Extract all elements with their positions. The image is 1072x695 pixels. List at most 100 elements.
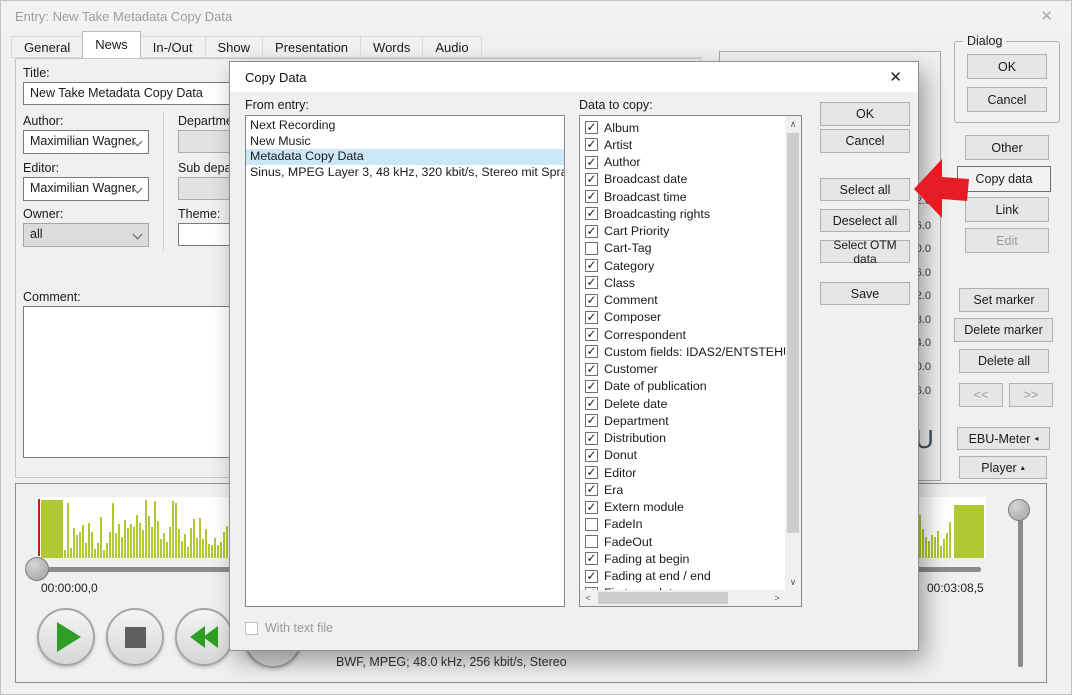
copy-field-row[interactable]: FadeOut <box>580 533 785 550</box>
checkbox-checked-icon[interactable]: ✓ <box>585 259 598 272</box>
copy-field-row[interactable]: ✓Fading at begin <box>580 550 785 567</box>
copy-field-row[interactable]: ✓Department <box>580 412 785 429</box>
player-button[interactable]: Player ▴ <box>959 456 1047 479</box>
copy-field-row[interactable]: ✓Class <box>580 274 785 291</box>
vertical-scrollbar-thumb[interactable] <box>787 133 799 533</box>
checkbox-unchecked-icon[interactable] <box>585 535 598 548</box>
tab-inout[interactable]: In-/Out <box>140 36 206 58</box>
copy-field-row[interactable]: ✓Custom fields: IDAS2/ENTSTEHUNGSA <box>580 343 785 360</box>
copy-field-row[interactable]: ✓Comment <box>580 292 785 309</box>
copy-field-row[interactable]: ✓Editor <box>580 464 785 481</box>
checkbox-checked-icon[interactable]: ✓ <box>585 414 598 427</box>
copy-field-row[interactable]: ✓Distribution <box>580 430 785 447</box>
seek-slider-knob[interactable] <box>25 557 49 581</box>
horizontal-scrollbar-thumb[interactable] <box>598 592 728 604</box>
copy-field-row[interactable]: ✓Delete date <box>580 395 785 412</box>
copy-field-row[interactable]: ✓Extern module <box>580 499 785 516</box>
checkbox-checked-icon[interactable]: ✓ <box>585 380 598 393</box>
scroll-down-icon[interactable]: ∨ <box>785 574 801 590</box>
vertical-scrollbar[interactable]: ∧ ∨ <box>785 116 801 590</box>
copy-field-row[interactable]: ✓Artist <box>580 136 785 153</box>
deselect-all-button[interactable]: Deselect all <box>820 209 910 232</box>
owner-combobox[interactable]: all <box>23 223 149 247</box>
entry-list-item[interactable]: New Music <box>246 134 564 150</box>
checkbox-checked-icon[interactable]: ✓ <box>585 294 598 307</box>
copy-field-row[interactable]: ✓Cart Priority <box>580 223 785 240</box>
copy-field-row[interactable]: FadeIn <box>580 516 785 533</box>
main-ok-button[interactable]: OK <box>967 54 1047 79</box>
entry-list-item[interactable]: Metadata Copy Data <box>246 149 564 165</box>
ebu-meter-button[interactable]: EBU-Meter ◂ <box>957 427 1050 450</box>
stop-button[interactable] <box>106 608 164 666</box>
checkbox-checked-icon[interactable]: ✓ <box>585 121 598 134</box>
volume-slider-knob[interactable] <box>1008 499 1030 521</box>
checkbox-checked-icon[interactable]: ✓ <box>585 363 598 376</box>
checkbox-checked-icon[interactable]: ✓ <box>585 207 598 220</box>
checkbox-checked-icon[interactable]: ✓ <box>585 173 598 186</box>
entry-list-item[interactable]: Next Recording <box>246 118 564 134</box>
copy-field-row[interactable]: ✓Correspondent <box>580 326 785 343</box>
copy-field-row[interactable]: ✓Fading at end / end <box>580 568 785 585</box>
checkbox-checked-icon[interactable]: ✓ <box>585 138 598 151</box>
scroll-up-icon[interactable]: ∧ <box>785 116 801 132</box>
copy-field-row[interactable]: ✓Broadcast time <box>580 188 785 205</box>
other-button[interactable]: Other <box>965 135 1049 160</box>
copy-field-row[interactable]: ✓Author <box>580 154 785 171</box>
tab-presentation[interactable]: Presentation <box>262 36 361 58</box>
checkbox-checked-icon[interactable]: ✓ <box>585 501 598 514</box>
theme-input[interactable] <box>178 223 234 246</box>
checkbox-checked-icon[interactable]: ✓ <box>585 276 598 289</box>
checkbox-checked-icon[interactable]: ✓ <box>585 156 598 169</box>
checkbox-checked-icon[interactable]: ✓ <box>585 345 598 358</box>
copy-data-close-icon[interactable]: ✕ <box>889 68 902 86</box>
copy-field-row[interactable]: ✓Category <box>580 257 785 274</box>
author-combobox[interactable]: Maximilian Wagner <box>23 130 149 154</box>
copy-field-row[interactable]: ✓Date of publication <box>580 378 785 395</box>
copy-field-row[interactable]: ✓Customer <box>580 361 785 378</box>
select-all-button[interactable]: Select all <box>820 178 910 201</box>
copy-field-row[interactable]: ✓Composer <box>580 309 785 326</box>
tab-general[interactable]: General <box>11 36 83 58</box>
copy-field-row[interactable]: ✓Broadcast date <box>580 171 785 188</box>
volume-slider-track[interactable] <box>1018 517 1023 667</box>
horizontal-scrollbar[interactable]: < > <box>580 590 785 606</box>
checkbox-checked-icon[interactable]: ✓ <box>585 570 598 583</box>
set-marker-button[interactable]: Set marker <box>959 288 1049 312</box>
from-entry-list[interactable]: Next RecordingNew MusicMetadata Copy Dat… <box>245 115 565 607</box>
rewind-button[interactable] <box>175 608 233 666</box>
checkbox-unchecked-icon[interactable] <box>585 518 598 531</box>
tab-audio[interactable]: Audio <box>422 36 481 58</box>
copy-field-row[interactable]: Cart-Tag <box>580 240 785 257</box>
main-cancel-button[interactable]: Cancel <box>967 87 1047 112</box>
checkbox-unchecked-icon[interactable] <box>585 242 598 255</box>
dialog-cancel-button[interactable]: Cancel <box>820 129 910 153</box>
with-text-file-checkbox[interactable]: With text file <box>245 621 333 635</box>
checkbox-checked-icon[interactable]: ✓ <box>585 449 598 462</box>
checkbox-checked-icon[interactable]: ✓ <box>585 190 598 203</box>
copy-field-row[interactable]: ✓Donut <box>580 447 785 464</box>
dialog-ok-button[interactable]: OK <box>820 102 910 126</box>
save-button[interactable]: Save <box>820 282 910 305</box>
scroll-right-icon[interactable]: > <box>769 590 785 606</box>
link-button[interactable]: Link <box>965 197 1049 222</box>
tab-words[interactable]: Words <box>360 36 423 58</box>
copy-field-row[interactable]: ✓Era <box>580 481 785 498</box>
checkbox-checked-icon[interactable]: ✓ <box>585 397 598 410</box>
checkbox-checked-icon[interactable]: ✓ <box>585 483 598 496</box>
play-button[interactable] <box>37 608 95 666</box>
copy-field-row[interactable]: ✓Broadcasting rights <box>580 205 785 222</box>
delete-marker-button[interactable]: Delete marker <box>954 318 1053 342</box>
checkbox-checked-icon[interactable]: ✓ <box>585 552 598 565</box>
entry-list-item[interactable]: Sinus, MPEG Layer 3, 48 kHz, 320 kbit/s,… <box>246 165 564 181</box>
copy-field-row[interactable]: ✓Album <box>580 119 785 136</box>
checkbox-checked-icon[interactable]: ✓ <box>585 466 598 479</box>
checkbox-checked-icon[interactable]: ✓ <box>585 328 598 341</box>
tab-show[interactable]: Show <box>205 36 264 58</box>
window-close-icon[interactable]: ✕ <box>1040 7 1053 25</box>
data-to-copy-list[interactable]: ✓Album✓Artist✓Author✓Broadcast date✓Broa… <box>579 115 802 607</box>
checkbox-checked-icon[interactable]: ✓ <box>585 311 598 324</box>
editor-combobox[interactable]: Maximilian Wagner <box>23 177 149 201</box>
delete-all-button[interactable]: Delete all <box>959 349 1049 373</box>
checkbox-checked-icon[interactable]: ✓ <box>585 225 598 238</box>
tab-news[interactable]: News <box>82 31 141 58</box>
